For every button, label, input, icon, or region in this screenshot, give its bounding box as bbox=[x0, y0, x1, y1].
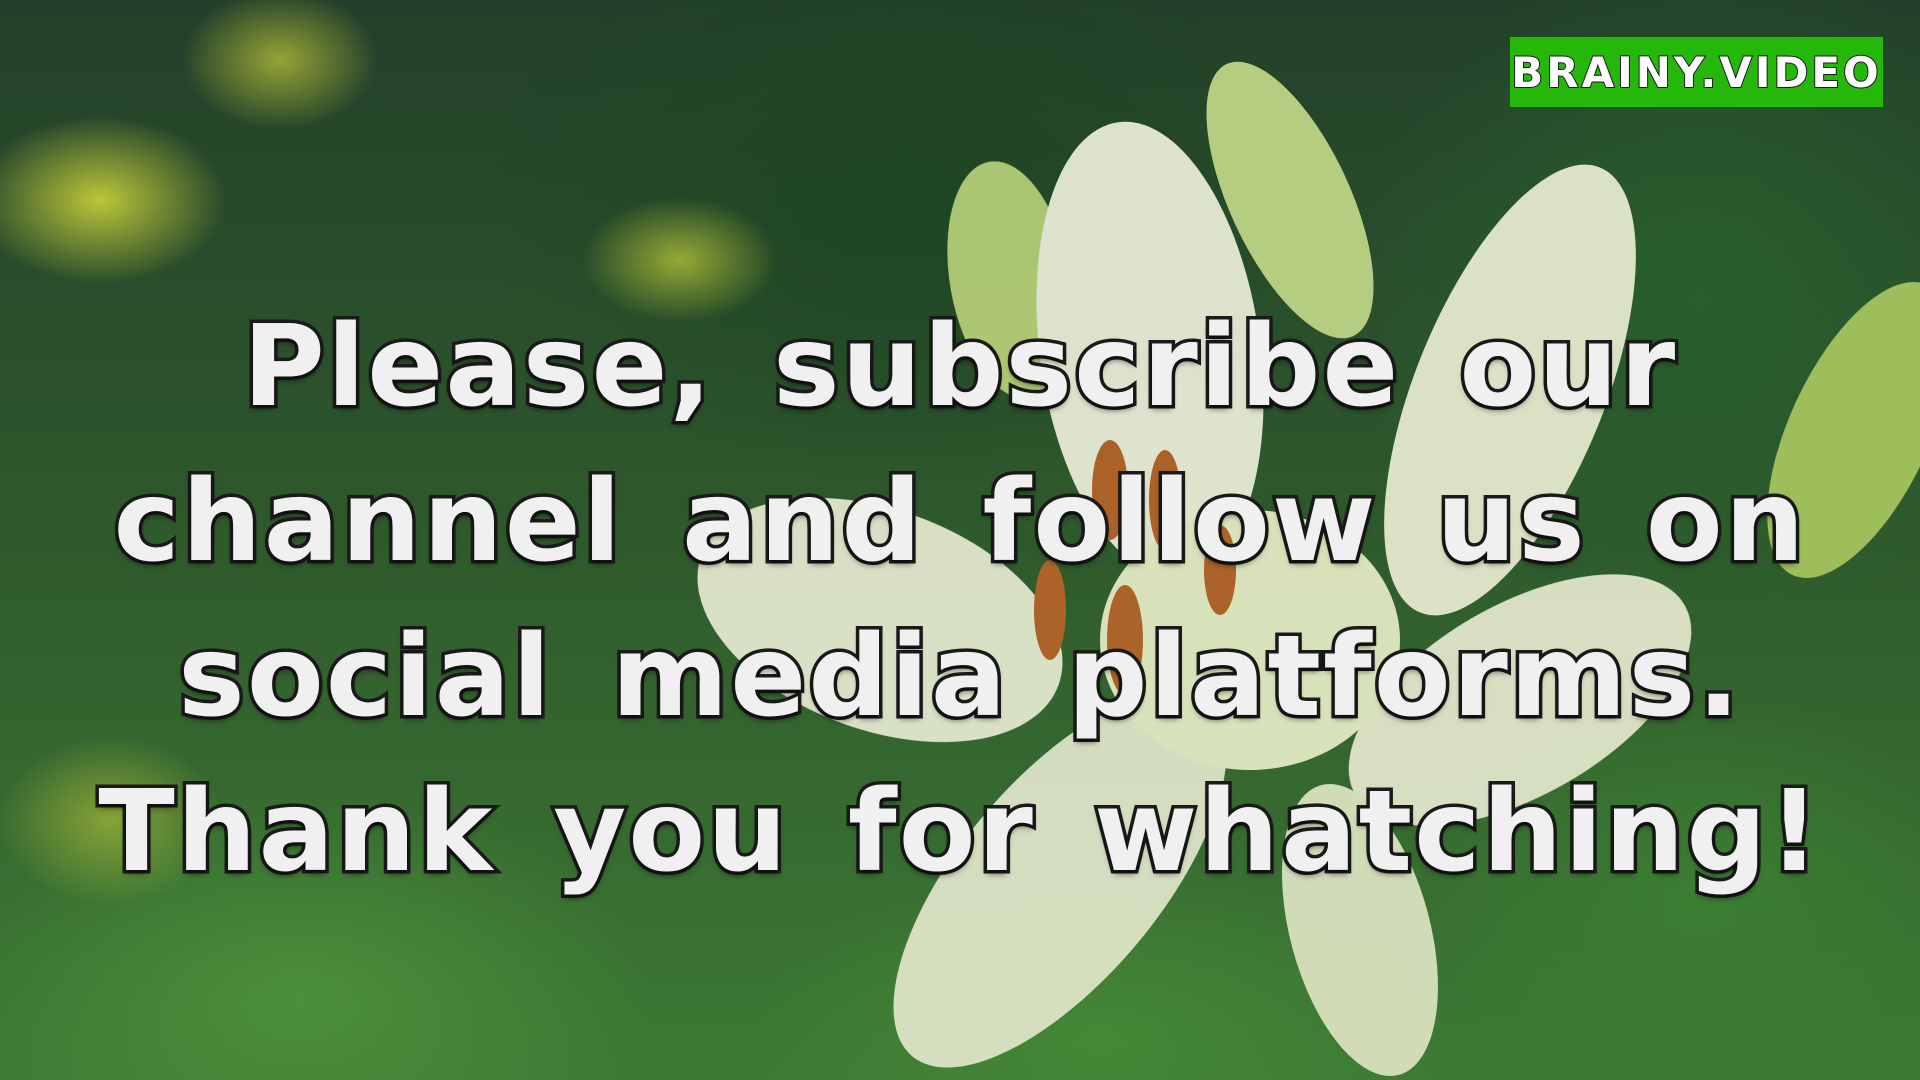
subscribe-message: Please, subscribe our channel and follow… bbox=[0, 290, 1920, 910]
message-line-4: Thank you for whatching! bbox=[95, 764, 1823, 901]
brainy-video-logo: BRAINY.VIDEO bbox=[1510, 37, 1883, 107]
message-line-1: Please, subscribe our bbox=[239, 299, 1678, 436]
message-line-2: channel and follow us on bbox=[110, 454, 1808, 591]
message-line-3: social media platforms. bbox=[175, 609, 1744, 746]
logo-text: BRAINY.VIDEO bbox=[1510, 47, 1882, 98]
